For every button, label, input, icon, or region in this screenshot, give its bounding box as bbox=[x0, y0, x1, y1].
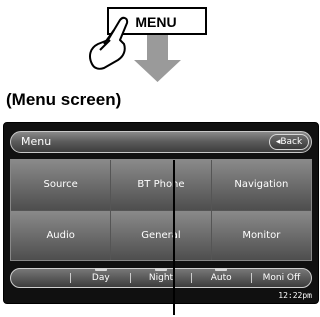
menu-grid: Source BT Phone Navigation Audio General… bbox=[10, 159, 312, 261]
monitor-button[interactable]: Monitor bbox=[211, 210, 311, 260]
auto-button[interactable]: Auto bbox=[190, 268, 251, 283]
callout-leader-line bbox=[173, 160, 175, 315]
audio-button[interactable]: Audio bbox=[11, 210, 111, 260]
day-label: Day bbox=[91, 273, 110, 283]
menu-screen-caption: (Menu screen) bbox=[6, 90, 122, 109]
back-button[interactable]: ◂Back bbox=[269, 134, 309, 150]
bt-phone-button[interactable]: BT Phone bbox=[111, 160, 211, 210]
title-bar: Menu ◂Back bbox=[10, 131, 312, 153]
navigation-button[interactable]: Navigation bbox=[211, 160, 311, 210]
indicator-icon bbox=[155, 268, 167, 271]
moni-off-label: Moni Off bbox=[262, 273, 301, 283]
indicator-icon bbox=[94, 268, 107, 271]
clock: 12:22pm bbox=[278, 291, 312, 300]
down-arrow-icon bbox=[134, 28, 181, 82]
general-button[interactable]: General bbox=[111, 210, 211, 260]
source-button[interactable]: Source bbox=[11, 160, 111, 210]
indicator-icon bbox=[215, 268, 228, 271]
moni-off-button[interactable]: Moni Off bbox=[250, 273, 311, 283]
day-button[interactable]: Day bbox=[70, 268, 130, 283]
night-button[interactable]: Night bbox=[130, 268, 190, 283]
display-mode-bar: Day Night Auto Moni Off bbox=[10, 268, 312, 288]
menu-screen: Menu ◂Back Source BT Phone Navigation Au… bbox=[3, 122, 319, 304]
auto-label: Auto bbox=[210, 273, 232, 283]
menu-key-label: MENU bbox=[135, 14, 176, 30]
night-label: Night bbox=[148, 273, 174, 283]
screen-title: Menu bbox=[21, 135, 52, 148]
